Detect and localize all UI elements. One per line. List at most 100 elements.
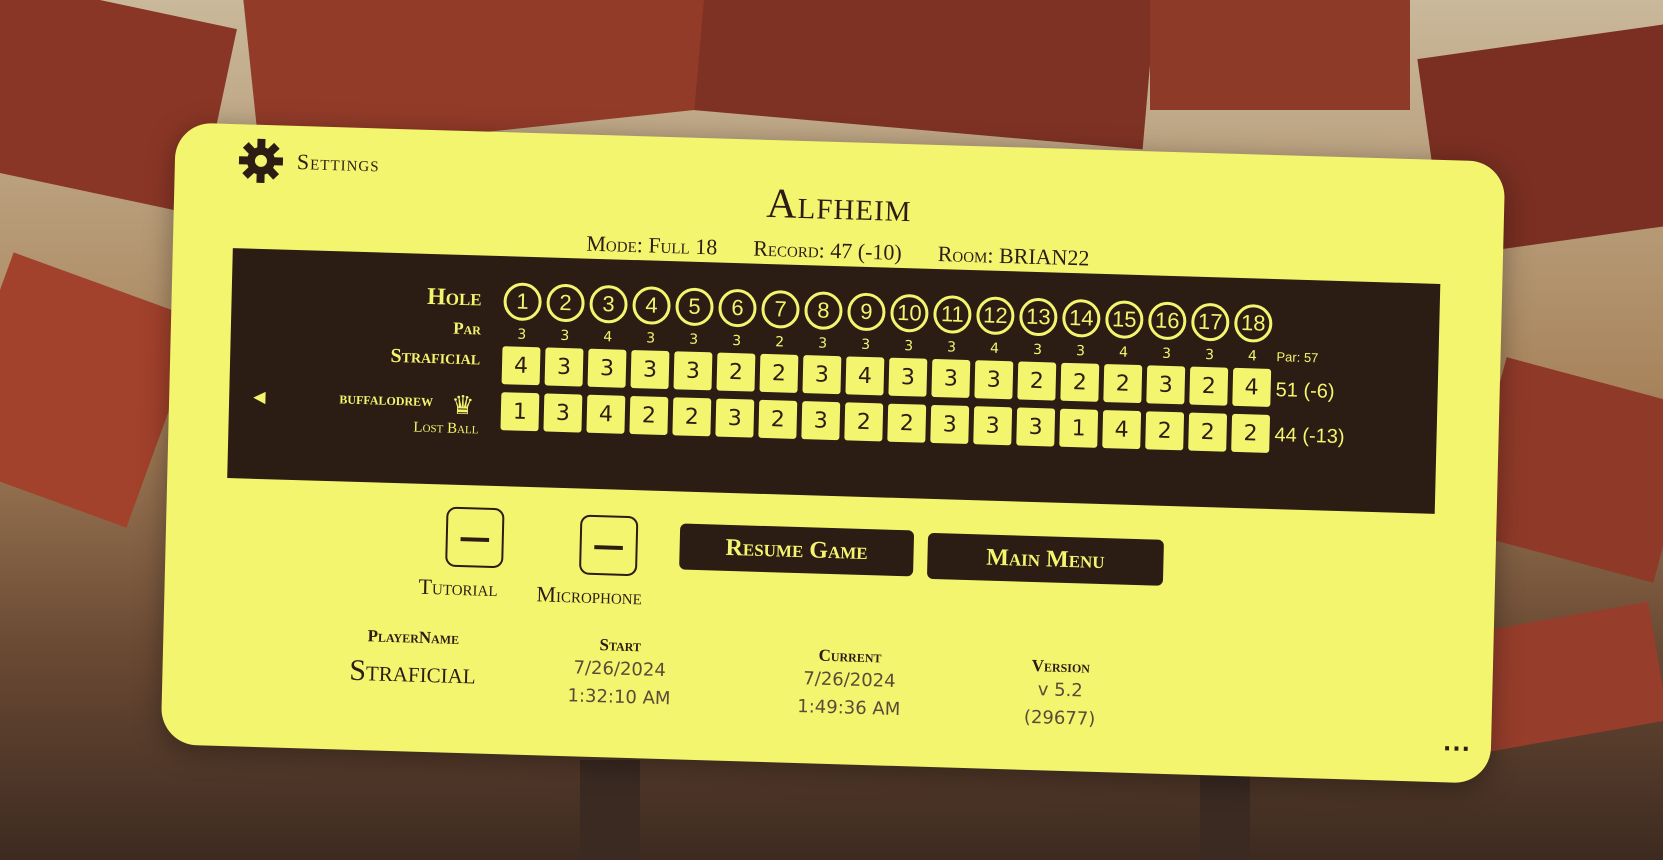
hole-number: 15 xyxy=(1104,300,1144,340)
score-cell: 1 xyxy=(1059,408,1099,448)
current-date: 7/26/2024 xyxy=(803,668,896,692)
score-cell: 3 xyxy=(1016,407,1056,447)
record-text: Record: 47 (-10) xyxy=(752,235,903,265)
par-value: 3 xyxy=(903,338,914,355)
scoreboard: Hole Par Straficial ◀ buffalodrew ♛ Lost… xyxy=(227,248,1441,514)
score-cell: 3 xyxy=(930,404,970,445)
player-status: Lost Ball xyxy=(413,419,479,438)
par-value: 3 xyxy=(818,335,828,352)
par-value: 2 xyxy=(775,334,785,351)
score-cell: 3 xyxy=(931,358,971,399)
hole-number: 5 xyxy=(675,287,714,327)
score-cell: 3 xyxy=(543,393,583,433)
par-value: 3 xyxy=(1161,345,1172,362)
tutorial-label: Tutorial xyxy=(418,573,498,602)
par-value: 3 xyxy=(860,336,871,354)
microphone-label: Microphone xyxy=(536,581,643,610)
score-cell: 2 xyxy=(758,399,798,439)
current-time: 1:49:36 AM xyxy=(797,696,901,721)
player-name-2: buffalodrew xyxy=(339,388,434,411)
score-cell: 2 xyxy=(1103,364,1143,404)
player-2-total: 44 (-13) xyxy=(1274,424,1345,449)
score-cell: 3 xyxy=(544,347,584,387)
score-cell: 2 xyxy=(759,353,799,393)
hole-number: 8 xyxy=(804,291,843,331)
hole-number: 1 xyxy=(503,282,543,322)
score-cell: 2 xyxy=(1145,411,1185,451)
score-cell: 3 xyxy=(587,348,627,388)
score-cell: 2 xyxy=(1189,366,1229,406)
score-cell: 2 xyxy=(887,403,927,443)
hole-number: 17 xyxy=(1190,302,1230,342)
hole-number: 4 xyxy=(632,285,672,326)
par-value: 3 xyxy=(1075,343,1086,360)
hole-number: 10 xyxy=(889,293,929,333)
par-value: 3 xyxy=(560,327,570,345)
resume-game-button[interactable]: Resume Game xyxy=(679,523,915,577)
par-value: 3 xyxy=(1204,346,1215,364)
par-value: 3 xyxy=(1032,341,1043,359)
score-cell: 3 xyxy=(888,357,928,397)
player-name-label: PlayerName xyxy=(367,626,460,648)
room-text: Room: BRIAN22 xyxy=(937,241,1090,271)
par-label: Par xyxy=(452,318,482,339)
score-cell: 2 xyxy=(629,395,669,436)
microphone-toggle-symbol: — xyxy=(592,525,626,565)
player-name-section: PlayerName Straficial xyxy=(322,625,503,692)
score-cell: 4 xyxy=(586,394,626,434)
hole-number: 18 xyxy=(1233,303,1273,343)
start-date: 7/26/2024 xyxy=(573,657,667,682)
start-section: Start 7/26/2024 1:32:10 AM xyxy=(544,634,696,714)
hole-number: 11 xyxy=(932,294,972,335)
score-cell: 4 xyxy=(501,346,541,386)
hole-number: 6 xyxy=(718,288,757,328)
hole-number: 7 xyxy=(761,289,800,329)
score-cell: 2 xyxy=(1060,362,1100,402)
more-options-button[interactable]: ... xyxy=(1443,731,1472,757)
score-cell: 3 xyxy=(802,355,842,395)
hole-number: 12 xyxy=(975,296,1015,336)
par-value: 4 xyxy=(603,329,613,346)
hole-number: 2 xyxy=(546,283,586,323)
microphone-toggle[interactable]: — xyxy=(578,514,639,577)
score-cell: 1 xyxy=(500,392,540,432)
main-menu-button[interactable]: Main Menu xyxy=(926,532,1164,586)
hole-number: 9 xyxy=(847,292,886,332)
build-number: (29677) xyxy=(1023,706,1096,730)
version-section: Version v 5.2 (29677) xyxy=(999,655,1121,735)
score-cell: 2 xyxy=(716,352,756,392)
hole-number: 14 xyxy=(1061,298,1101,338)
score-cell: 3 xyxy=(630,349,670,390)
player-name-1: Straficial xyxy=(390,344,481,370)
score-cell: 3 xyxy=(974,360,1014,400)
hole-number: 13 xyxy=(1018,297,1058,337)
score-cell: 2 xyxy=(1231,413,1271,453)
crown-icon: ♛ xyxy=(450,390,475,422)
par-value: 4 xyxy=(1118,344,1129,361)
hole-label: Hole xyxy=(426,283,482,312)
pause-menu-panel: Settings Alfheim Mode: Full 18 Record: 4… xyxy=(160,122,1506,784)
speaker-icon[interactable]: ◀ xyxy=(253,387,266,406)
par-value: 4 xyxy=(989,340,1000,357)
par-value: 3 xyxy=(732,332,742,350)
current-section: Current 7/26/2024 1:49:36 AM xyxy=(773,644,925,724)
player-name-value: Straficial xyxy=(348,653,477,691)
score-cell: 2 xyxy=(844,402,884,442)
hole-number: 3 xyxy=(589,284,629,324)
player-1-total: 51 (-6) xyxy=(1275,379,1335,403)
score-cell: 2 xyxy=(1017,361,1057,401)
score-cell: 3 xyxy=(673,351,713,391)
hole-number: 16 xyxy=(1147,301,1187,341)
tutorial-toggle[interactable]: — xyxy=(445,506,505,569)
score-cell: 4 xyxy=(1102,409,1142,450)
par-total: Par: 57 xyxy=(1276,349,1319,366)
score-cell: 4 xyxy=(1232,367,1272,407)
score-cell: 3 xyxy=(715,398,755,438)
score-cell: 2 xyxy=(1188,412,1228,452)
tutorial-toggle-symbol: — xyxy=(458,517,492,557)
version-value: v 5.2 xyxy=(1037,679,1084,702)
mode-text: Mode: Full 18 xyxy=(586,230,718,260)
start-time: 1:32:10 AM xyxy=(567,685,671,710)
par-value: 3 xyxy=(689,331,699,348)
score-cell: 2 xyxy=(672,397,712,437)
